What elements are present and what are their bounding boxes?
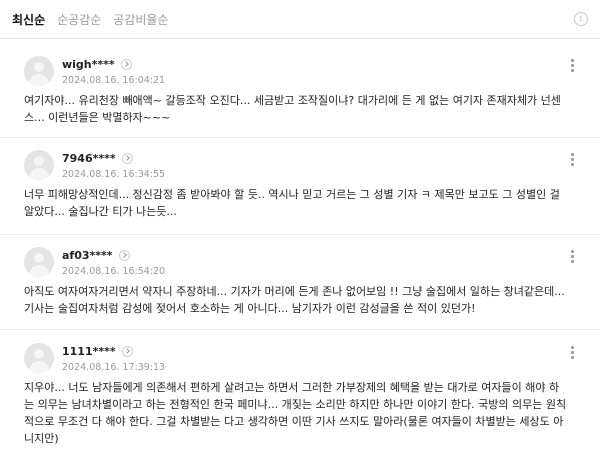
- avatar[interactable]: [24, 343, 54, 373]
- comment-author[interactable]: af03****: [62, 249, 130, 262]
- comment-item: af03**** 2024.08.16. 16:54:20 아직도 여자여자거리…: [0, 247, 600, 330]
- comment-text: 아직도 여자여자거리면서 약자니 주장하네... 기자가 머리에 든게 존나 없…: [24, 285, 565, 315]
- avatar[interactable]: [24, 247, 54, 277]
- sort-tabs: 최신순 순공감순 공감비율순: [12, 11, 169, 28]
- info-icon[interactable]: i: [574, 12, 588, 26]
- comment-date: 2024.08.16. 17:39:13: [62, 362, 166, 373]
- chevron-right-icon[interactable]: [120, 58, 132, 70]
- divider: [0, 329, 600, 330]
- more-options-icon[interactable]: [570, 152, 574, 166]
- comment-text: 지우야... 너도 남자들에게 의존해서 편하게 살려고는 하면서 그러한 가부…: [24, 381, 567, 445]
- comment-text: 여기자야... 유리천장 빼애액~ 갈등조작 오진다... 세금받고 조작질이냐…: [24, 94, 561, 124]
- comment-item: 1111**** 2024.08.16. 17:39:13 지우야... 너도 …: [0, 343, 600, 460]
- comment-date: 2024.08.16. 16:54:20: [62, 266, 166, 277]
- divider: [0, 234, 600, 235]
- avatar[interactable]: [24, 56, 54, 86]
- comment-item: 7946**** 2024.08.16. 16:34:55 너무 피해망상적인데…: [0, 150, 600, 235]
- chevron-right-icon[interactable]: [118, 249, 130, 261]
- comment-text: 너무 피해망상적인데... 정신감정 좀 받아봐야 할 듯.. 역시나 믿고 거…: [24, 188, 560, 218]
- tab-like-ratio[interactable]: 공감비율순: [113, 11, 168, 28]
- comment-page: 최신순 순공감순 공감비율순 i wigh**** 2024.08.16. 16…: [0, 0, 600, 460]
- comment-date: 2024.08.16. 16:04:21: [62, 75, 166, 86]
- comment-item: wigh**** 2024.08.16. 16:04:21 여기자야... 유리…: [0, 56, 600, 138]
- comment-date: 2024.08.16. 16:34:55: [62, 169, 166, 180]
- tab-latest[interactable]: 최신순: [12, 11, 45, 28]
- comment-author[interactable]: 7946****: [62, 152, 133, 165]
- comment-author[interactable]: wigh****: [62, 58, 132, 71]
- avatar[interactable]: [24, 150, 54, 180]
- divider: [0, 137, 600, 138]
- chevron-right-icon[interactable]: [121, 152, 133, 164]
- more-options-icon[interactable]: [570, 345, 574, 359]
- chevron-right-icon[interactable]: [121, 345, 133, 357]
- tab-most-liked[interactable]: 순공감순: [57, 11, 101, 28]
- more-options-icon[interactable]: [570, 249, 574, 263]
- comment-author[interactable]: 1111****: [62, 345, 133, 358]
- sort-bar: 최신순 순공감순 공감비율순 i: [0, 0, 600, 39]
- more-options-icon[interactable]: [570, 58, 574, 72]
